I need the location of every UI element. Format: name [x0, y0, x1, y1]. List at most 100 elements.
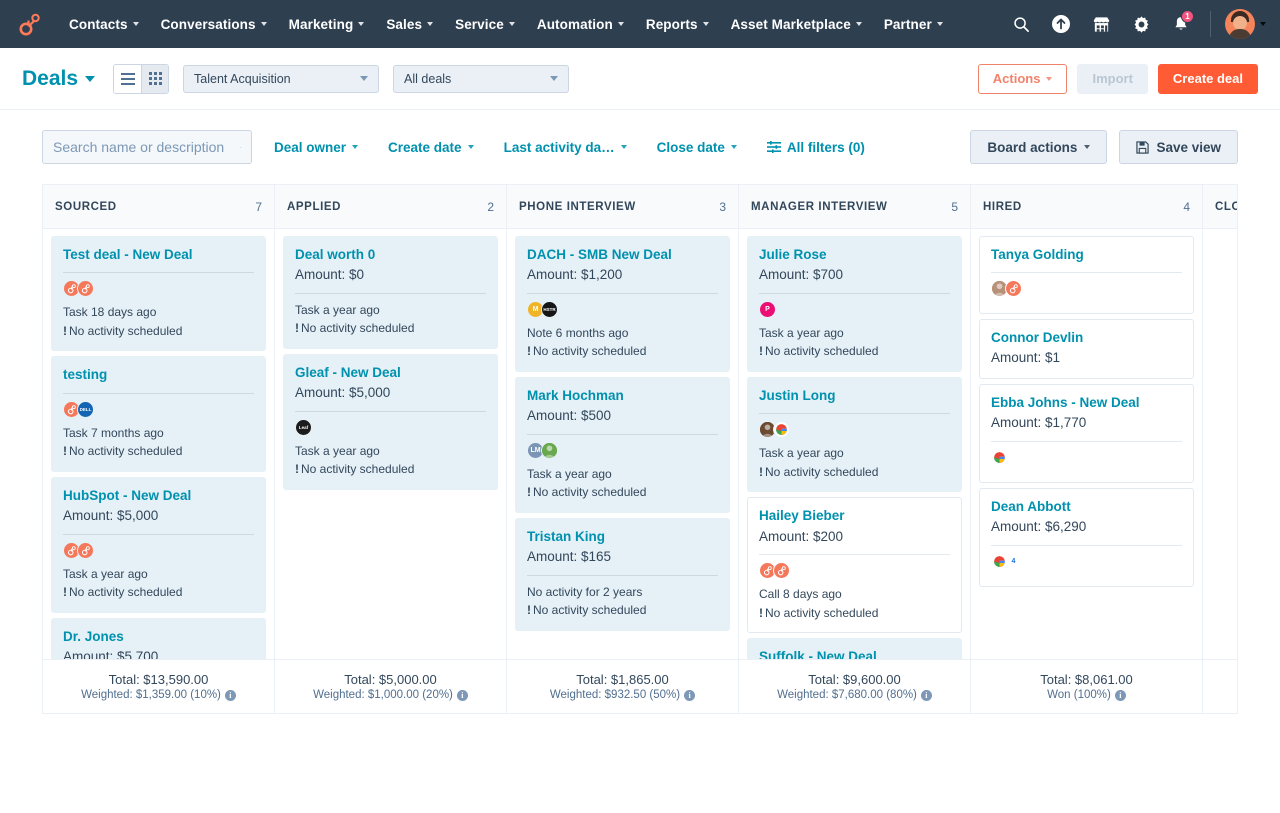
deal-card-title[interactable]: testing	[63, 366, 254, 384]
deal-card[interactable]: testingDELLTask 7 months ago!No activity…	[51, 356, 266, 471]
all-filters-button[interactable]: All filters (0)	[767, 140, 865, 155]
info-icon[interactable]: i	[684, 690, 695, 701]
nav-item-partner[interactable]: Partner	[873, 11, 954, 38]
deal-card-title[interactable]: Mark Hochman	[527, 387, 718, 405]
nav-item-conversations[interactable]: Conversations	[150, 11, 278, 38]
deal-card[interactable]: Justin LongTask a year ago!No activity s…	[747, 377, 962, 492]
info-icon[interactable]: i	[457, 690, 468, 701]
deal-card-title[interactable]: HubSpot - New Deal	[63, 487, 254, 505]
deal-card[interactable]: Tristan KingAmount: $165No activity for …	[515, 518, 730, 631]
deal-card-title[interactable]: Hailey Bieber	[759, 507, 950, 525]
deal-card[interactable]: HubSpot - New DealAmount: $5,000Task a y…	[51, 477, 266, 613]
notifications-icon[interactable]: 1	[1164, 7, 1198, 41]
deal-card-title[interactable]: DACH - SMB New Deal	[527, 246, 718, 264]
search-icon[interactable]	[240, 140, 241, 155]
nav-item-service[interactable]: Service	[444, 11, 526, 38]
deal-card[interactable]: Hailey BieberAmount: $200Call 8 days ago…	[747, 497, 962, 633]
deal-card[interactable]: Connor DevlinAmount: $1	[979, 319, 1194, 379]
filter-close-date[interactable]: Close date	[657, 140, 737, 155]
board-view-button[interactable]	[141, 65, 168, 93]
deal-card-title[interactable]: Gleaf - New Deal	[295, 364, 486, 382]
create-deal-button[interactable]: Create deal	[1158, 64, 1258, 94]
nav-item-automation[interactable]: Automation	[526, 11, 635, 38]
deal-card-title[interactable]: Justin Long	[759, 387, 950, 405]
card-divider	[759, 413, 950, 414]
deal-card[interactable]: Mark HochmanAmount: $500LMTask a year ag…	[515, 377, 730, 513]
deal-card-title[interactable]: Connor Devlin	[991, 329, 1182, 347]
nav-divider	[1210, 11, 1211, 37]
board-column-body[interactable]: Deal worth 0Amount: $0Task a year ago!No…	[275, 229, 506, 659]
column-weighted-amount: Won (100%)i	[1047, 689, 1126, 701]
deal-card[interactable]: Dean AbbottAmount: $6,2904	[979, 488, 1194, 587]
create-deal-button-label: Create deal	[1173, 71, 1243, 86]
import-button[interactable]: Import	[1077, 64, 1147, 94]
search-icon[interactable]	[1004, 7, 1038, 41]
pipeline-select-value: Talent Acquisition	[194, 72, 348, 86]
card-divider	[63, 534, 254, 535]
marketplace-icon[interactable]	[1084, 7, 1118, 41]
deal-card[interactable]: Test deal - New DealTask 18 days ago!No …	[51, 236, 266, 351]
search-box[interactable]	[42, 130, 252, 164]
page-title-text: Deals	[22, 67, 78, 91]
deal-card-title[interactable]: Deal worth 0	[295, 246, 486, 264]
upgrade-icon[interactable]	[1044, 7, 1078, 41]
deal-card-title[interactable]: Suffolk - New Deal	[759, 648, 950, 659]
info-icon[interactable]: i	[1115, 690, 1126, 701]
nav-label: Automation	[537, 17, 613, 32]
deal-card[interactable]: Suffolk - New Deal	[747, 638, 962, 659]
board-actions-button[interactable]: Board actions	[970, 130, 1107, 164]
info-icon[interactable]: i	[921, 690, 932, 701]
board-column-body[interactable]: Test deal - New DealTask 18 days ago!No …	[43, 229, 274, 659]
deal-card-scheduled: !No activity scheduled	[759, 342, 950, 361]
board-column-name: APPLIED	[287, 201, 341, 213]
board-column-count: 7	[255, 200, 262, 214]
deal-card[interactable]: Tanya Golding	[979, 236, 1194, 314]
board-column: SOURCED7Test deal - New DealTask 18 days…	[43, 185, 275, 659]
save-view-button[interactable]: Save view	[1119, 130, 1238, 164]
pipeline-select[interactable]: Talent Acquisition	[183, 65, 379, 93]
contact-avatar-hubspot	[1005, 280, 1022, 297]
deals-filter-select[interactable]: All deals	[393, 65, 569, 93]
hubspot-logo-icon[interactable]	[14, 9, 44, 39]
list-view-button[interactable]	[114, 65, 141, 93]
user-account-menu[interactable]	[1223, 9, 1266, 39]
nav-item-reports[interactable]: Reports	[635, 11, 720, 38]
info-icon[interactable]: i	[225, 690, 236, 701]
deal-card-title[interactable]: Julie Rose	[759, 246, 950, 264]
nav-item-marketing[interactable]: Marketing	[278, 11, 376, 38]
board-column-body[interactable]: DACH - SMB New DealAmount: $1,200MHSTRNo…	[507, 229, 738, 659]
search-input[interactable]	[53, 139, 234, 155]
filter-create-date[interactable]: Create date	[388, 140, 474, 155]
nav-item-asset-marketplace[interactable]: Asset Marketplace	[720, 11, 873, 38]
filter-deal-owner[interactable]: Deal owner	[274, 140, 358, 155]
actions-button[interactable]: Actions	[978, 64, 1068, 94]
deal-card[interactable]: Ebba Johns - New DealAmount: $1,770	[979, 384, 1194, 483]
filter-last-activity-date[interactable]: Last activity da…	[504, 140, 627, 155]
deal-card[interactable]: Deal worth 0Amount: $0Task a year ago!No…	[283, 236, 498, 349]
gear-icon[interactable]	[1124, 7, 1158, 41]
deal-card[interactable]: Gleaf - New DealAmount: $5,000LeafTask a…	[283, 354, 498, 490]
card-divider	[63, 393, 254, 394]
deal-card-title[interactable]: Dean Abbott	[991, 498, 1182, 516]
deal-card[interactable]: Dr. JonesAmount: $5,700	[51, 618, 266, 659]
deal-card-title[interactable]: Ebba Johns - New Deal	[991, 394, 1182, 412]
alert-icon: !	[295, 321, 299, 335]
contact-avatar-google	[773, 421, 790, 438]
board-column-body[interactable]: Julie RoseAmount: $700PTask a year ago!N…	[739, 229, 970, 659]
deal-card-title[interactable]: Tristan King	[527, 528, 718, 546]
nav-item-contacts[interactable]: Contacts	[58, 11, 150, 38]
board-column-body[interactable]	[1203, 229, 1238, 659]
nav-item-sales[interactable]: Sales	[375, 11, 444, 38]
deal-card-title[interactable]: Dr. Jones	[63, 628, 254, 646]
deal-card-amount: Amount: $0	[295, 265, 486, 285]
deal-card-avatars	[63, 542, 254, 559]
column-total-amount: Total: $1,865.00	[576, 672, 669, 687]
deal-card-title[interactable]: Tanya Golding	[991, 246, 1182, 264]
nav-label: Sales	[386, 17, 422, 32]
deal-card[interactable]: Julie RoseAmount: $700PTask a year ago!N…	[747, 236, 962, 372]
deal-card[interactable]: DACH - SMB New DealAmount: $1,200MHSTRNo…	[515, 236, 730, 372]
deal-card-title[interactable]: Test deal - New Deal	[63, 246, 254, 264]
card-divider	[527, 434, 718, 435]
page-title[interactable]: Deals	[22, 67, 95, 91]
board-column-body[interactable]: Tanya GoldingConnor DevlinAmount: $1Ebba…	[971, 229, 1202, 659]
